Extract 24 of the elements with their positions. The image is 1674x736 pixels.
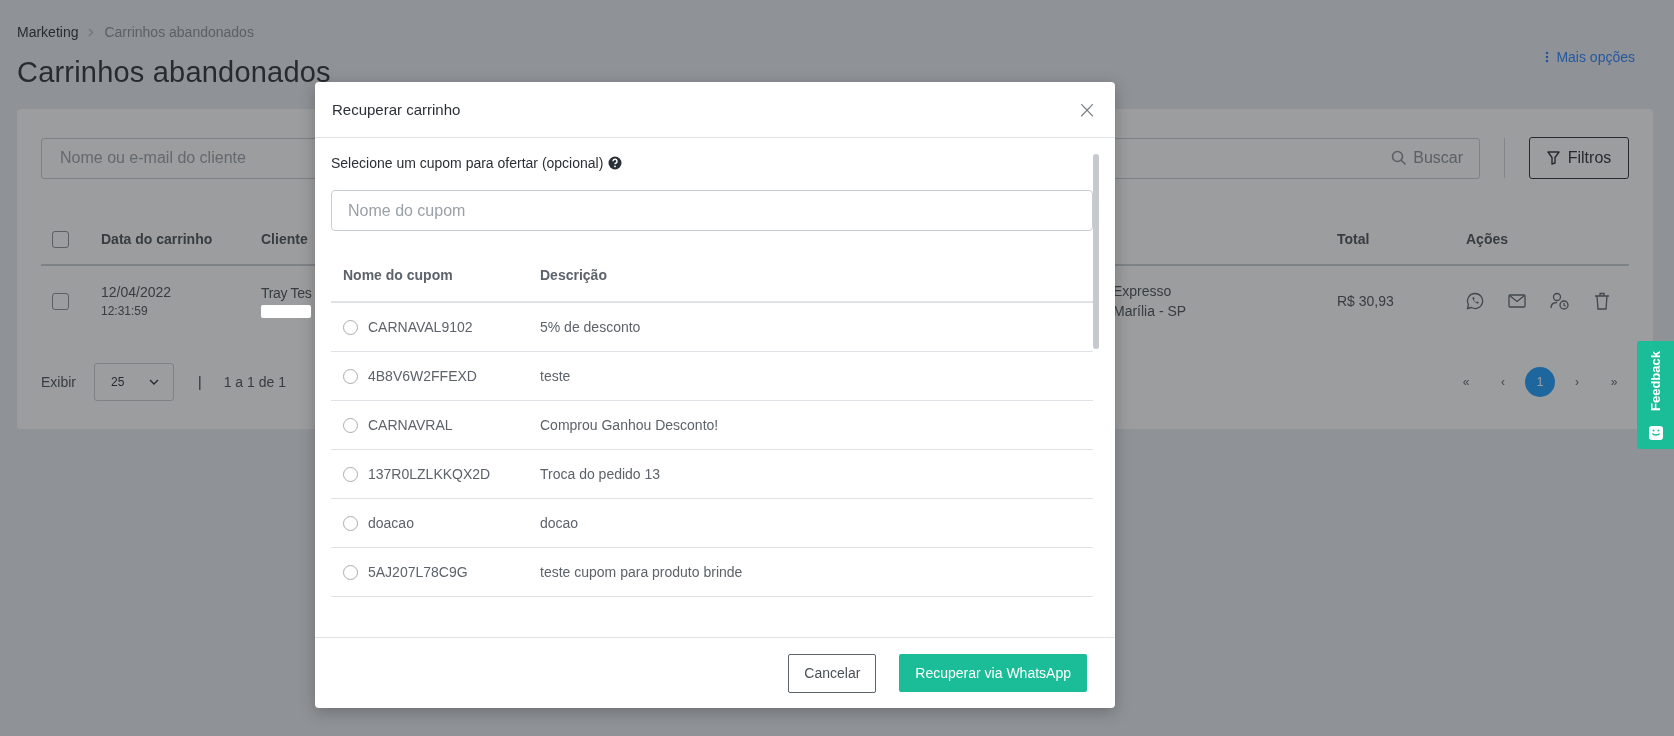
coupon-description: Troca do pedido 13 [540, 466, 662, 482]
coupon-description: teste [540, 368, 572, 384]
dialog-title: Recuperar carrinho [332, 101, 461, 118]
range-text: 1 a 1 de 1 [223, 374, 286, 390]
coupon-name: CARNAVAL9102 [368, 319, 473, 335]
show-label: Exibir [41, 374, 76, 390]
time-text: 12:31:59 [101, 304, 148, 318]
prompt-text: Selecione um cupom para ofertar (opcional) [331, 155, 604, 171]
date-text: 12/04/2022 [101, 284, 172, 300]
coupon-name: CARNAVRAL [368, 417, 453, 433]
column-header: Descrição [540, 267, 608, 283]
coupon-name: 4B8V6W2FFEXD [368, 368, 477, 384]
coupon-description: teste cupom para produto brinde [540, 564, 744, 580]
column-header: Nome do cupom [343, 267, 454, 283]
coupon-description: 5% de desconto [540, 319, 642, 335]
coupon-name: 5AJ207L78C9G [368, 564, 468, 580]
coupon-name: 137R0LZLKKQX2D [368, 466, 491, 482]
client-name: Tray Tes [261, 284, 312, 301]
separator-text: | [198, 374, 202, 390]
page-title: Carrinhos abandonados [17, 56, 331, 89]
coupon-description: Comprou Ganhou Desconto! [540, 417, 720, 433]
coupon-description: docao [540, 515, 580, 531]
coupon-name: doacao [368, 515, 414, 531]
total-text: R$ 30,93 [1337, 293, 1395, 309]
